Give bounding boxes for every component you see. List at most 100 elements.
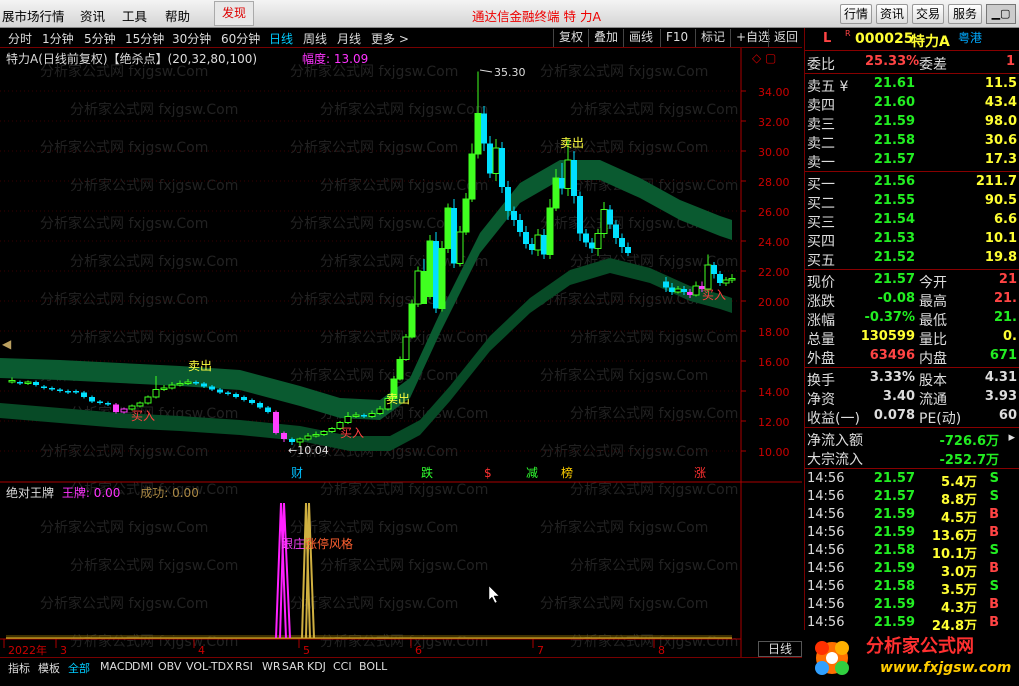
watermark-text: 分析家公式网 fxjgsw.Com (40, 595, 208, 612)
tf-weekly[interactable]: 周线 (303, 30, 327, 47)
watermark-text: 分析家公式网 fxjgsw.Com (540, 595, 708, 612)
mark-button[interactable]: 标记 (695, 29, 730, 47)
bid-price[interactable]: 21.56 (865, 174, 915, 189)
stat-value: 3.93 (984, 389, 1017, 404)
bid-price[interactable]: 21.52 (865, 250, 915, 265)
bid-label: 买三 (807, 215, 835, 231)
overlay-button[interactable]: 叠加 (588, 29, 623, 47)
tab-模板[interactable]: 模板 (38, 660, 60, 676)
ask-price[interactable]: 21.57 (865, 152, 915, 167)
candle (541, 229, 547, 259)
tab-wr[interactable]: WR (262, 660, 281, 673)
quote-button[interactable]: 行情 (840, 4, 872, 24)
ask-price[interactable]: 21.58 (865, 133, 915, 148)
tf-15min[interactable]: 15分钟 (125, 30, 164, 47)
bid-price[interactable]: 21.54 (865, 212, 915, 227)
menu-market[interactable]: 展市场行情 (2, 6, 65, 25)
kline-chart[interactable]: 分析家公式网 fxjgsw.Com 分析家公式网 fxjgsw.Com 分析家公式网… (0, 48, 802, 657)
menu-news[interactable]: 资讯 (80, 6, 105, 25)
bid-price[interactable]: 21.55 (865, 193, 915, 208)
chart-toolbar: 分时 1分钟 5分钟 15分钟 30分钟 60分钟 日线 周线 月线 更多 > … (0, 28, 802, 48)
ask-price[interactable]: 21.61 (865, 76, 915, 91)
watermark-text: 分析家公式网 fxjgsw.Com (70, 557, 238, 574)
candle (451, 199, 457, 268)
chart-info: 特力A(日线前复权)【绝杀点】(20,32,80,100) (6, 52, 258, 66)
tf-1min[interactable]: 1分钟 (42, 30, 74, 47)
stat-label: 现价 (807, 275, 835, 291)
tf-intraday[interactable]: 分时 (8, 30, 32, 47)
candle (728, 274, 736, 283)
candle (249, 398, 255, 405)
event-marker[interactable]: 榜 (561, 465, 573, 480)
ask-price[interactable]: 21.60 (865, 95, 915, 110)
candle (144, 395, 152, 405)
candle (594, 229, 602, 256)
candle-body (553, 178, 559, 208)
tab-rsi[interactable]: RSI (235, 660, 253, 673)
event-marker[interactable]: 涨 (694, 465, 706, 480)
tab-vol-tdx[interactable]: VOL-TDX (186, 660, 234, 673)
candle (217, 388, 223, 394)
ask-label: 卖二 (807, 136, 835, 152)
event-marker[interactable]: 减 (526, 466, 538, 480)
info-button[interactable]: 资讯 (876, 4, 908, 24)
low-label: ←10.04 (288, 444, 329, 457)
tab-macd[interactable]: MACD (100, 660, 133, 673)
back-button[interactable]: 返回 (768, 29, 803, 47)
menu-help[interactable]: 帮助 (165, 6, 190, 25)
tf-more[interactable]: 更多 > (371, 30, 409, 47)
f10-button[interactable]: F10 (660, 29, 693, 47)
bid-price[interactable]: 21.53 (865, 231, 915, 246)
tab-cci[interactable]: CCI (333, 660, 352, 673)
candle (41, 385, 47, 390)
y-tick-label: 24.00 (758, 236, 790, 249)
ask-label: 卖一 (807, 155, 835, 171)
tf-monthly[interactable]: 月线 (337, 30, 361, 47)
window-minimize-icon[interactable]: ▁▢ (986, 4, 1016, 24)
tf-30min[interactable]: 30分钟 (172, 30, 211, 47)
candle (619, 233, 625, 253)
candle (722, 277, 730, 286)
ask-price[interactable]: 21.59 (865, 114, 915, 129)
ask-volume: 11.5 (984, 76, 1017, 91)
tick-time: 14:56 (807, 561, 845, 576)
tab-obv[interactable]: OBV (158, 660, 181, 673)
x-tick-label: 6 (415, 644, 422, 657)
adjust-button[interactable]: 复权 (553, 29, 588, 47)
tab-kdj[interactable]: KDJ (307, 660, 326, 673)
tf-daily[interactable]: 日线 (269, 30, 293, 47)
period-selector[interactable]: 日线 (758, 641, 802, 657)
watermark-text: 分析家公式网 fxjgsw.Com (70, 101, 238, 118)
tf-60min[interactable]: 60分钟 (221, 30, 260, 47)
watermark-text: 分析家公式网 fxjgsw.Com (540, 63, 708, 80)
tab-指标[interactable]: 指标 (8, 660, 30, 676)
scroll-left-icon[interactable]: ◀ (2, 337, 12, 351)
watermark-text: 分析家公式网 fxjgsw.Com (540, 519, 708, 536)
stock-name: 特力A (911, 34, 950, 50)
tf-5min[interactable]: 5分钟 (84, 30, 116, 47)
tick-price: 21.59 (873, 525, 915, 540)
menu-discover[interactable]: 发现 (214, 1, 254, 26)
watermark-text: 分析家公式网 fxjgsw.Com (570, 557, 738, 574)
ask-label: 卖五 ¥ (807, 79, 849, 95)
tab-boll[interactable]: BOLL (359, 660, 387, 673)
event-marker[interactable]: 财 (291, 466, 303, 480)
candle (33, 380, 39, 387)
tab-sar[interactable]: SAR (282, 660, 304, 673)
tab-全部[interactable]: 全部 (68, 660, 90, 676)
candle (89, 395, 95, 403)
watermark-text: 分析家公式网 fxjgsw.Com (70, 329, 238, 346)
event-marker[interactable]: $ (484, 466, 492, 480)
candle (265, 406, 271, 414)
flow-label: 大宗流入 (807, 452, 863, 468)
trade-button[interactable]: 交易 (912, 4, 944, 24)
service-button[interactable]: 服务 (948, 4, 982, 24)
draw-button[interactable]: 画线 (623, 29, 658, 47)
tab-dmi[interactable]: DMI (132, 660, 153, 673)
stat-label: 量比 (919, 332, 947, 348)
stat-value: -0.08 (877, 291, 915, 306)
signal-label: 卖出 (386, 392, 410, 406)
event-marker[interactable]: 跌 (421, 465, 433, 480)
tick-price: 21.58 (873, 579, 915, 594)
menu-tools[interactable]: 工具 (122, 6, 147, 25)
